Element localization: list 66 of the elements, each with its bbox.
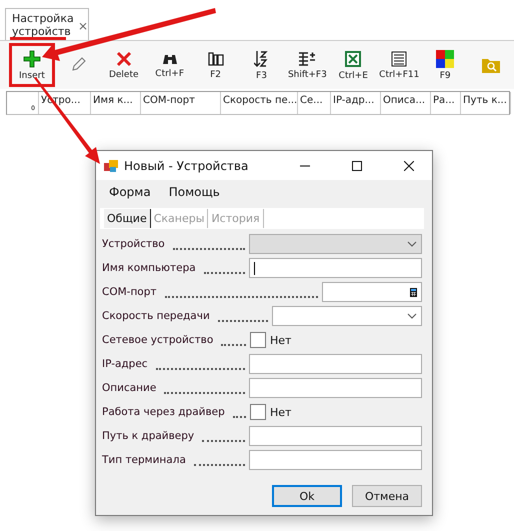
toolbar-button[interactable]: F3 [238, 43, 284, 87]
column-header[interactable]: Се... [298, 92, 331, 114]
folder-search-icon [482, 57, 500, 73]
dialog-button[interactable]: Отмена [352, 485, 422, 507]
leader-line [204, 272, 245, 274]
delete-icon [116, 50, 132, 66]
field-label: IP-адрес [102, 358, 148, 370]
columns-icon [208, 50, 224, 66]
dialog-button[interactable]: Ok [272, 485, 342, 507]
column-header[interactable]: IP-адр... [331, 92, 381, 114]
filter-icon [298, 50, 316, 66]
input-field[interactable] [249, 378, 422, 398]
leader-line [202, 440, 245, 442]
column-header[interactable]: Имя к... [91, 92, 141, 114]
column-header[interactable]: Ра... [431, 92, 461, 114]
toolbar-button[interactable]: Ctrl+F [146, 43, 193, 87]
toolbar-button[interactable]: Ctrl+E [330, 43, 376, 87]
column-header[interactable]: COM-порт [141, 92, 221, 114]
field-label: Работа через драйвер [102, 406, 225, 418]
calculator-icon [410, 288, 417, 296]
checkbox[interactable] [250, 404, 266, 420]
leader-line [232, 416, 246, 418]
field-label: Имя компьютера [102, 262, 196, 274]
maximize-icon [352, 160, 362, 170]
toolbar-button[interactable]: Ctrl+F11 [376, 43, 422, 87]
checkbox-label: Нет [270, 406, 292, 418]
text-cursor [254, 262, 255, 275]
field-label: Сетевое устройство [102, 334, 214, 346]
color-squares-icon [436, 50, 454, 68]
field-label: Тип терминала [102, 454, 186, 466]
column-header[interactable]: Описа... [381, 92, 431, 114]
pencil-icon [70, 57, 86, 73]
app-icon [104, 158, 118, 172]
leader-line [221, 344, 246, 346]
sort-icon [254, 50, 268, 68]
leader-line [218, 320, 268, 322]
plus-icon [22, 50, 41, 68]
checkbox-label: Нет [270, 334, 292, 346]
input-field[interactable] [322, 282, 422, 302]
input-field[interactable] [249, 354, 422, 374]
dropdown[interactable] [272, 306, 422, 326]
underline-mark [10, 37, 66, 40]
input-field[interactable] [249, 258, 422, 278]
toolbar-button[interactable]: Shift+F3 [284, 43, 330, 87]
field-label: Описание [102, 382, 156, 394]
menu-item[interactable]: Помощь [162, 185, 227, 199]
spreadsheet-icon [344, 50, 362, 68]
document-icon [391, 50, 408, 66]
field-label: COM-порт [102, 286, 157, 298]
column-header[interactable]: Путь к... [461, 92, 511, 114]
field-label: Устройство [102, 238, 165, 250]
leader-line [194, 464, 245, 466]
field-label: Скорость передачи [102, 310, 210, 322]
close-icon [404, 160, 414, 170]
window-title: Новый - Устройства [124, 158, 250, 172]
tab[interactable]: Общие [104, 209, 151, 228]
column-header[interactable]: Скорость пе... [221, 92, 298, 114]
input-field[interactable] [249, 426, 422, 446]
toolbar-button[interactable]: F9 [422, 43, 468, 87]
toolbar-button[interactable]: F2 [192, 43, 239, 87]
toolbar-button[interactable]: Delete [100, 43, 147, 87]
checkbox[interactable] [250, 332, 266, 348]
menu-item[interactable]: Форма [102, 185, 158, 199]
input-field[interactable] [249, 450, 422, 470]
close-icon[interactable]: × [78, 19, 88, 33]
field-label: Путь к драйверу [102, 430, 194, 442]
